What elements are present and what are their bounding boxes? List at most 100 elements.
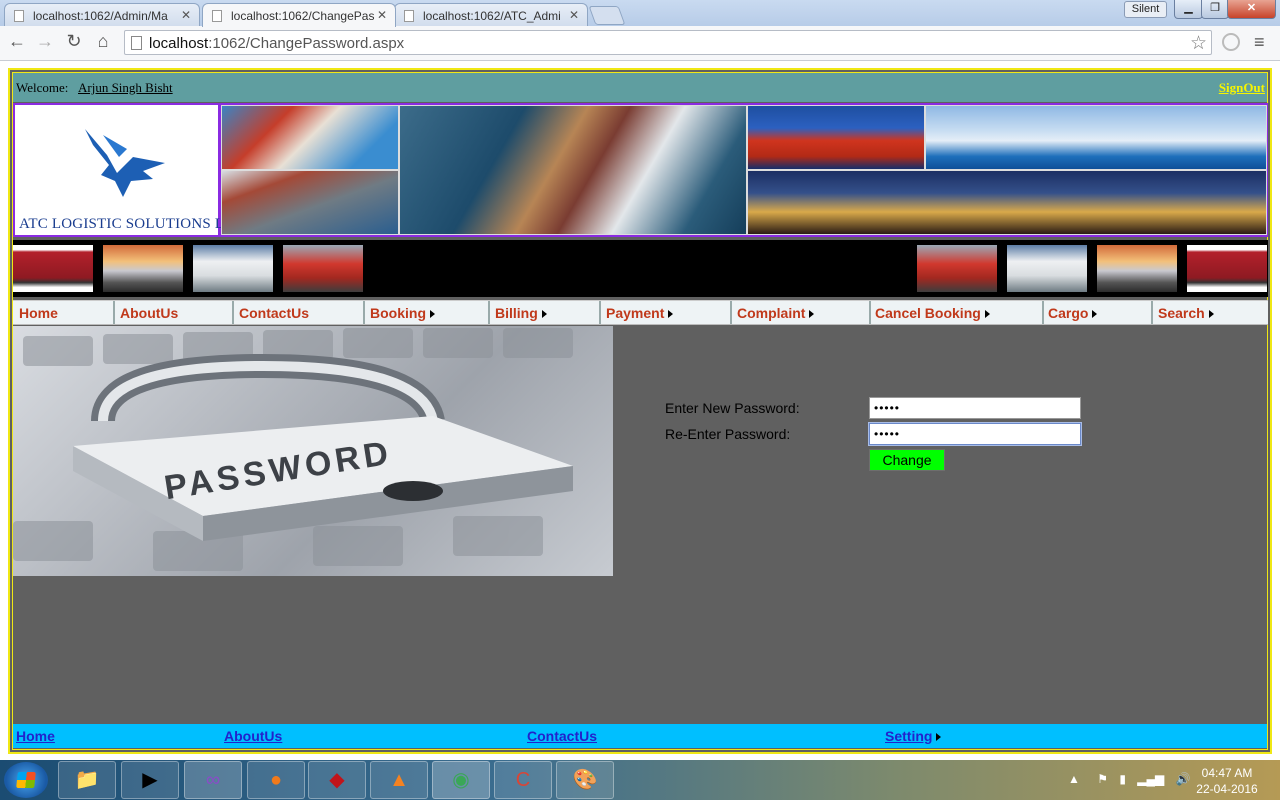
page-frame: Welcome: Arjun Singh Bisht SignOut ATC L… (8, 68, 1272, 754)
browser-tab-changepassword[interactable]: localhost:1062/ChangePas ✕ (202, 3, 396, 27)
submenu-arrow-icon (984, 310, 990, 319)
vlc-icon[interactable]: ▲ (370, 761, 428, 799)
main-nav: Home AboutUs ContactUs Booking Billing P… (13, 300, 1268, 325)
submenu-arrow-icon (809, 310, 815, 319)
port-night-photo (747, 170, 1267, 235)
submenu-arrow-icon (430, 310, 435, 319)
nav-contactus[interactable]: ContactUs (233, 301, 365, 324)
nav-payment[interactable]: Payment (600, 301, 732, 324)
home-icon[interactable]: ⌂ (92, 31, 114, 52)
banner-photos (221, 105, 1267, 235)
new-password-label: Enter New Password: (665, 400, 800, 416)
new-tab-button[interactable] (588, 6, 626, 25)
nav-search[interactable]: Search (1152, 301, 1268, 324)
nav-booking[interactable]: Booking (364, 301, 490, 324)
minimize-button[interactable]: ▁ (1174, 0, 1203, 19)
truck-photo (103, 245, 183, 292)
back-icon[interactable]: ← (6, 31, 28, 52)
truck-photo (917, 245, 997, 292)
padlock-icon: PASSWORD (13, 328, 573, 571)
address-bar[interactable]: localhost:1062/ChangePassword.aspx ☆ (124, 30, 1212, 55)
truck-photo (283, 245, 363, 292)
menu-icon[interactable]: ≡ (1254, 32, 1265, 53)
tab-title: localhost:1062/ChangePas (231, 9, 375, 23)
browser-tab-atc-admin[interactable]: localhost:1062/ATC_Admi ✕ (394, 3, 588, 26)
truck-photo (1007, 245, 1087, 292)
browser-tab-admin[interactable]: localhost:1062/Admin/Ma ✕ (4, 3, 200, 26)
footer-aboutus-link[interactable]: AboutUs (224, 728, 282, 744)
truck-photo (1187, 245, 1267, 292)
clock-time: 04:47 AM (1201, 766, 1253, 780)
page-icon (14, 10, 24, 22)
submenu-arrow-icon (1208, 310, 1214, 319)
tab-title: localhost:1062/Admin/Ma (33, 9, 168, 23)
ccleaner-icon[interactable]: C (494, 761, 552, 799)
firefox-icon[interactable]: ● (247, 761, 305, 799)
reload-icon[interactable]: ↻ (63, 31, 85, 52)
file-explorer-icon[interactable]: 📁 (58, 761, 116, 799)
media-player-icon[interactable]: ▶ (121, 761, 179, 799)
company-name: ATC LOGISTIC SOLUTIONS LTD. (19, 216, 248, 232)
close-tab-icon[interactable]: ✕ (569, 8, 579, 22)
signout-link[interactable]: SignOut (1219, 80, 1265, 96)
reenter-password-input[interactable]: ••••• (869, 423, 1081, 445)
new-password-input[interactable]: ••••• (869, 397, 1081, 419)
paint-icon[interactable]: 🎨 (556, 761, 614, 799)
container-ship-photo (399, 105, 747, 235)
close-tab-icon[interactable]: ✕ (181, 8, 191, 22)
ship-photo (221, 170, 399, 235)
power-icon[interactable]: ▮ (1119, 772, 1126, 786)
submenu-arrow-icon (668, 310, 674, 319)
submenu-arrow-icon (936, 733, 942, 742)
forward-icon[interactable]: → (34, 31, 56, 52)
header-banner: ATC LOGISTIC SOLUTIONS LTD. (13, 103, 1268, 237)
nav-cancel-booking[interactable]: Cancel Booking (869, 301, 1044, 324)
footer-setting-link[interactable]: Setting (885, 728, 942, 744)
url-text: localhost:1062/ChangePassword.aspx (149, 35, 405, 52)
system-tray: ▲ ⚑ ▮ ▂▄▆ 🔊 (1068, 772, 1191, 786)
page-icon (131, 36, 142, 50)
bookmark-star-icon[interactable]: ☆ (1190, 32, 1207, 55)
close-tab-icon[interactable]: ✕ (377, 8, 387, 22)
taskbar-clock[interactable]: 04:47 AM 22-04-2016 (1186, 765, 1268, 797)
close-window-button[interactable]: ✕ (1227, 0, 1276, 19)
nav-aboutus[interactable]: AboutUs (114, 301, 234, 324)
truck-photo (193, 245, 273, 292)
submenu-arrow-icon (1092, 310, 1098, 319)
container-crane-photo (747, 105, 925, 170)
user-name-link[interactable]: Arjun Singh Bisht (78, 80, 173, 96)
network-icon[interactable]: ▂▄▆ (1137, 772, 1164, 786)
taskbar: 📁 ▶ ∞ ● ◆ ▲ ◉ C 🎨 ▲ ⚑ ▮ ▂▄▆ 🔊 04:47 AM 2… (0, 760, 1280, 800)
nav-complaint[interactable]: Complaint (731, 301, 871, 324)
silent-badge: Silent (1124, 1, 1167, 18)
acrobat-icon[interactable]: ◆ (308, 761, 366, 799)
show-hidden-icons-icon[interactable]: ▲ (1068, 772, 1080, 786)
start-button[interactable] (4, 762, 48, 798)
ship-photo (221, 105, 399, 170)
chrome-icon[interactable]: ◉ (432, 761, 490, 799)
cargo-ship-photo (925, 105, 1267, 170)
action-center-icon[interactable]: ⚑ (1097, 772, 1108, 786)
extension-icon[interactable] (1222, 33, 1240, 51)
reenter-password-label: Re-Enter Password: (665, 426, 791, 442)
truck-photo (1097, 245, 1177, 292)
footer-contactus-link[interactable]: ContactUs (527, 728, 597, 744)
nav-home[interactable]: Home (13, 301, 115, 324)
footer-bar: Home AboutUs ContactUs Setting (13, 724, 1267, 748)
page-icon (404, 10, 414, 22)
browser-tab-strip: localhost:1062/Admin/Ma ✕ localhost:1062… (0, 0, 1280, 27)
maximize-button[interactable]: ❐ (1201, 0, 1229, 19)
nav-cargo[interactable]: Cargo (1042, 301, 1153, 324)
welcome-bar: Welcome: Arjun Singh Bisht SignOut (13, 73, 1267, 102)
web-page: Welcome: Arjun Singh Bisht SignOut ATC L… (0, 61, 1280, 760)
company-logo: ATC LOGISTIC SOLUTIONS LTD. (15, 105, 247, 235)
page-icon (212, 10, 222, 22)
nav-billing[interactable]: Billing (489, 301, 601, 324)
change-button[interactable]: Change (869, 449, 945, 471)
password-lock-image: PASSWORD (13, 326, 613, 576)
clock-date: 22-04-2016 (1196, 782, 1258, 796)
footer-home-link[interactable]: Home (16, 728, 55, 744)
submenu-arrow-icon (541, 310, 547, 319)
visual-studio-icon[interactable]: ∞ (184, 761, 242, 799)
tab-title: localhost:1062/ATC_Admi (423, 9, 561, 23)
